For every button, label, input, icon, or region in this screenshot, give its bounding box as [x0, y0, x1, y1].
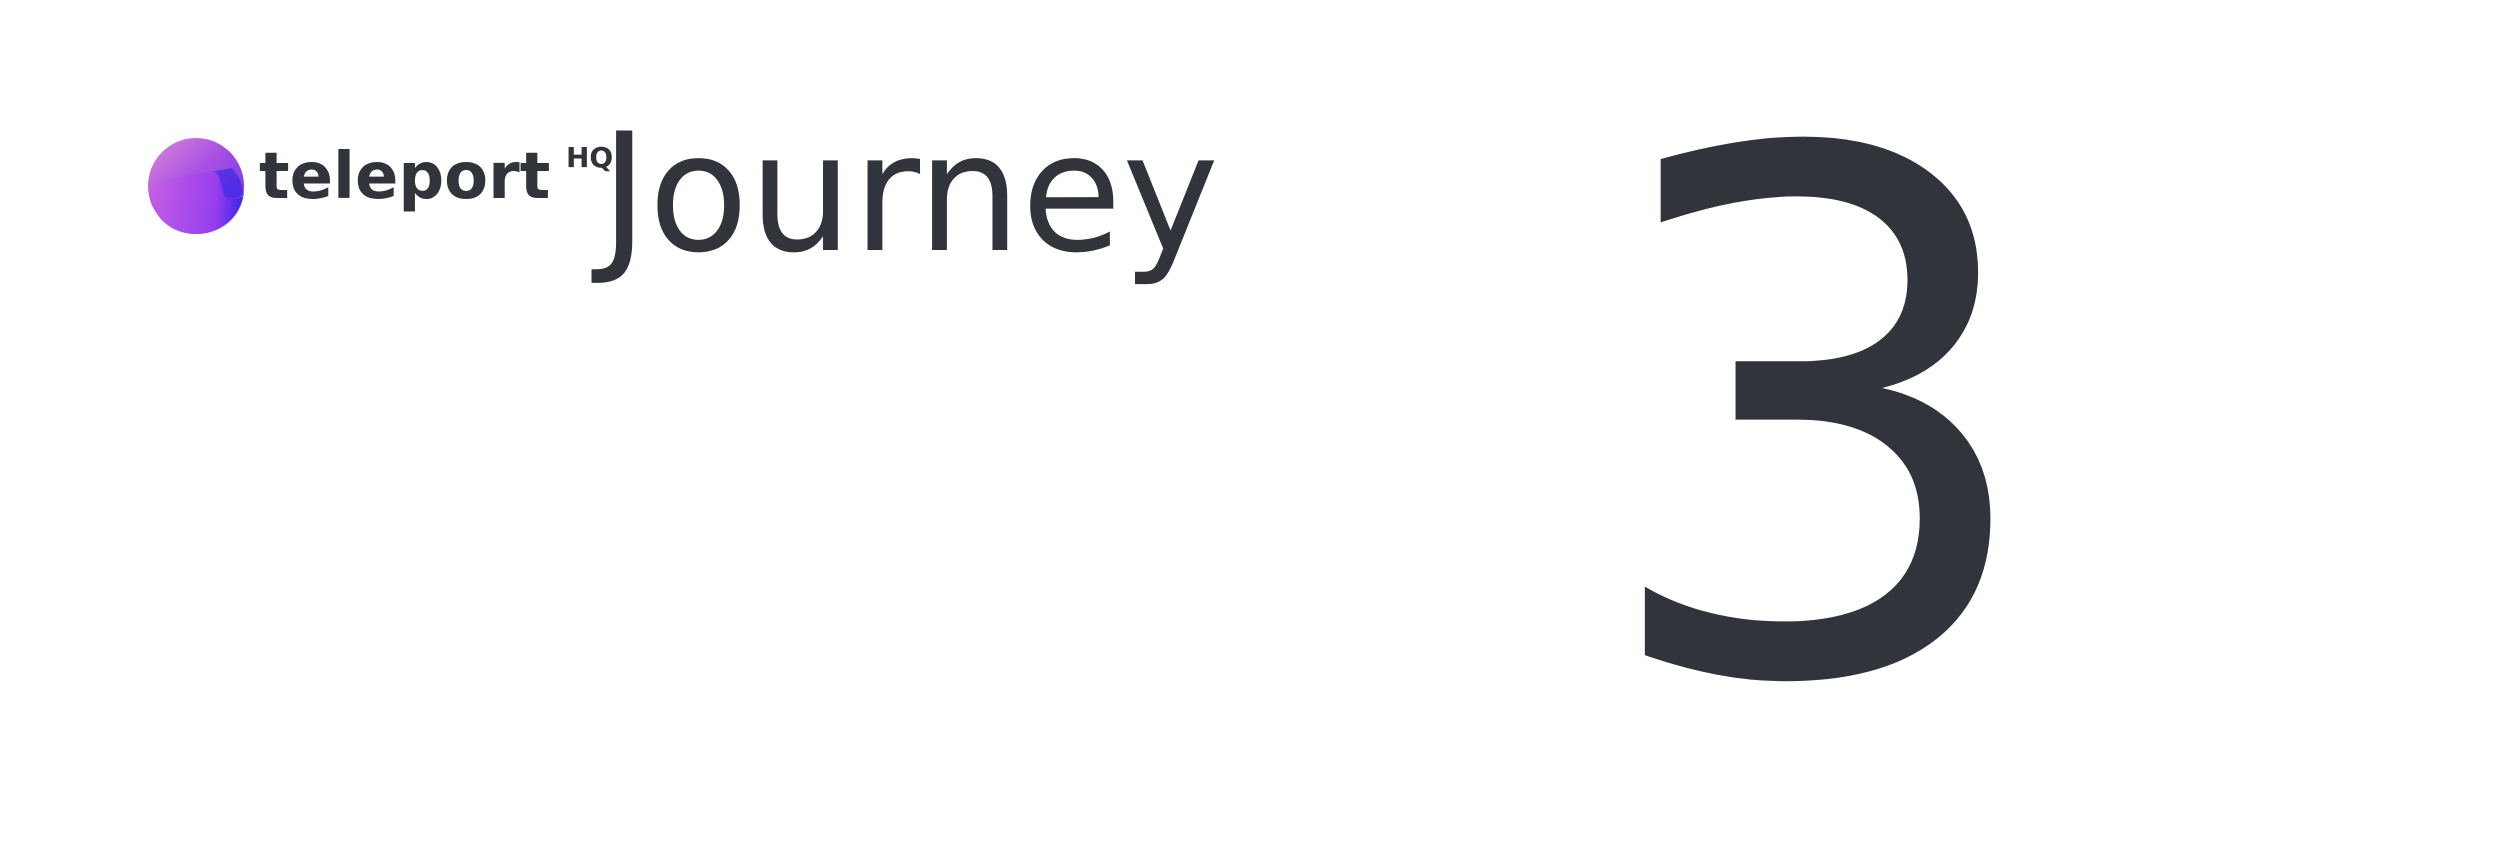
teleporthq-logo-icon: [148, 138, 244, 234]
page-title: Journey: [600, 98, 1220, 289]
brand-logo: teleport HQ: [148, 138, 613, 234]
brand-wordmark: teleport: [259, 140, 551, 214]
step-number: 3: [1590, 3, 2049, 841]
